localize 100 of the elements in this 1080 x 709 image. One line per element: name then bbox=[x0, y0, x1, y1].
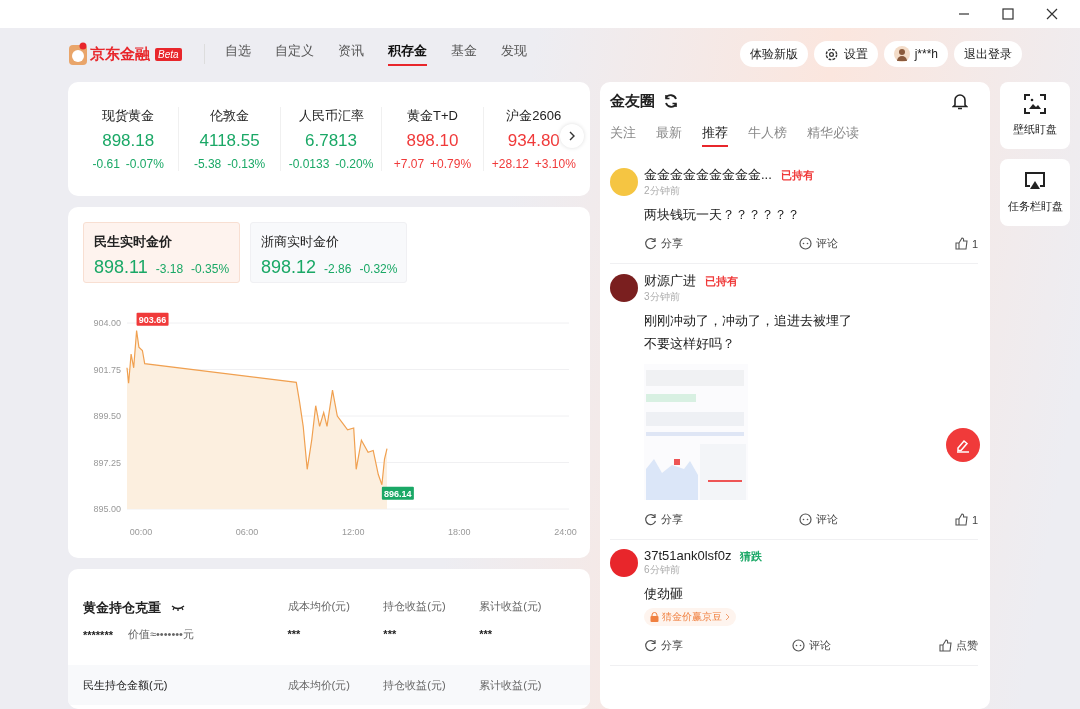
close-icon[interactable] bbox=[1046, 8, 1058, 20]
post-text: 两块钱玩一天？？？？？？ bbox=[644, 206, 800, 224]
share-button[interactable]: 分享 bbox=[644, 512, 683, 527]
share-button[interactable]: 分享 bbox=[644, 236, 683, 251]
x-tick-label: 06:00 bbox=[235, 527, 259, 537]
y-tick-label: 904.00 bbox=[93, 318, 121, 328]
eye-closed-icon[interactable] bbox=[171, 604, 185, 612]
comment-icon bbox=[799, 237, 813, 250]
nav-tab[interactable]: 积存金 bbox=[387, 42, 427, 66]
nav-tab[interactable]: 基金 bbox=[450, 42, 477, 66]
header-button[interactable]: 退出登录 bbox=[954, 41, 1022, 67]
maximize-icon[interactable] bbox=[1002, 8, 1014, 20]
x-tick-label: 00:00 bbox=[129, 527, 153, 537]
ticker-change: +7.07 bbox=[393, 157, 425, 171]
ticker-change: -0.61 bbox=[92, 157, 120, 171]
hidden-value: *** bbox=[287, 628, 302, 640]
side-tool-button[interactable]: 任务栏盯盘 bbox=[1000, 159, 1070, 226]
y-tick-label: 897.25 bbox=[93, 457, 121, 468]
ticker-price: 4118.55 bbox=[199, 131, 260, 151]
column-label: 累计收益(元) bbox=[479, 599, 543, 614]
price-tab[interactable]: 民生实时金价 898.11 -3.18 -0.35% bbox=[83, 222, 240, 283]
wallpaper-icon bbox=[1024, 94, 1046, 114]
feed-tab[interactable]: 推荐 bbox=[702, 124, 728, 147]
comment-icon bbox=[791, 639, 805, 652]
ticker-name: 现货黄金 bbox=[102, 107, 155, 125]
share-icon bbox=[644, 639, 657, 652]
thumbs-up-icon bbox=[954, 237, 968, 250]
header-button[interactable]: 设置 bbox=[813, 41, 878, 67]
price-value: 898.11 bbox=[94, 257, 148, 278]
post-time: 3分钟前 bbox=[644, 290, 681, 304]
ticker-price: 898.18 bbox=[102, 131, 155, 151]
user-avatar[interactable] bbox=[610, 548, 638, 577]
header-button[interactable]: j***h bbox=[883, 41, 948, 67]
hidden-value: 价值≈•••••••元 bbox=[127, 627, 194, 642]
user-name[interactable]: 财源广进 bbox=[644, 272, 696, 290]
user-name[interactable]: 金金金金金金金金金... bbox=[644, 166, 772, 184]
share-button[interactable]: 分享 bbox=[644, 638, 683, 653]
x-tick-label: 18:00 bbox=[448, 527, 471, 537]
thumbs-up-icon bbox=[954, 513, 968, 526]
nav-tab[interactable]: 资讯 bbox=[337, 42, 364, 66]
like-button[interactable]: 1 bbox=[954, 512, 978, 527]
ticker-change: -5.38 bbox=[193, 157, 222, 171]
feed-tab[interactable]: 关注 bbox=[610, 124, 636, 147]
nav-tab[interactable]: 自定义 bbox=[274, 42, 314, 66]
feed-tab[interactable]: 精华必读 bbox=[807, 124, 859, 147]
user-avatar[interactable] bbox=[610, 274, 638, 302]
comment-button[interactable]: 评论 bbox=[791, 638, 831, 653]
comment-icon bbox=[799, 513, 813, 526]
thumbs-up-icon bbox=[939, 639, 952, 652]
screen-icon bbox=[1024, 171, 1046, 191]
post-time: 6分钟前 bbox=[644, 563, 681, 577]
high-price-tag: 903.66 bbox=[136, 312, 169, 326]
price-percent: -0.35% bbox=[191, 262, 230, 276]
ticker-price: 898.10 bbox=[406, 131, 459, 151]
user-name[interactable]: 37t51ank0lsf0z bbox=[644, 548, 732, 563]
price-tab-title: 民生实时金价 bbox=[94, 233, 173, 251]
pen-icon bbox=[955, 437, 971, 453]
beta-badge: Beta bbox=[155, 47, 182, 61]
comment-button[interactable]: 评论 bbox=[799, 512, 839, 527]
next-button[interactable] bbox=[560, 124, 584, 148]
ticker-price: 6.7813 bbox=[305, 131, 357, 151]
price-change: -2.86 bbox=[324, 262, 352, 276]
price-value: 898.12 bbox=[261, 257, 317, 278]
price-percent: -0.32% bbox=[359, 262, 398, 276]
holdings-title: 黄金持仓克重 bbox=[83, 599, 161, 617]
ticker-name: 人民币汇率 bbox=[298, 107, 364, 125]
feed-title: 金友圈 bbox=[610, 91, 655, 111]
price-tab[interactable]: 浙商实时金价 898.12 -2.86 -0.32% bbox=[250, 222, 407, 283]
compose-button[interactable] bbox=[946, 428, 980, 462]
column-label: 持仓收益(元) bbox=[383, 599, 447, 614]
nav-tab[interactable]: 自选 bbox=[224, 42, 251, 66]
column-label: 成本均价(元) bbox=[287, 677, 351, 693]
post-time: 2分钟前 bbox=[644, 184, 681, 198]
ticker-price: 934.80 bbox=[507, 131, 560, 151]
share-icon bbox=[644, 237, 657, 250]
column-label: 持仓收益(元) bbox=[383, 677, 447, 693]
avatar-icon bbox=[893, 46, 910, 62]
refresh-icon[interactable] bbox=[663, 93, 679, 109]
side-tool-button[interactable]: 壁纸盯盘 bbox=[1000, 82, 1070, 149]
ticker-change: +28.12 bbox=[491, 157, 529, 171]
header-button[interactable]: 体验新版 bbox=[739, 41, 808, 67]
post-text: 不要这样好吗？ bbox=[644, 335, 735, 353]
x-tick-label: 12:00 bbox=[341, 527, 365, 537]
feed-tab[interactable]: 牛人榜 bbox=[748, 124, 787, 147]
comment-button[interactable]: 评论 bbox=[799, 236, 839, 251]
like-button[interactable]: 1 bbox=[954, 236, 978, 251]
bell-icon[interactable] bbox=[952, 92, 968, 110]
hidden-value: *** bbox=[383, 628, 398, 640]
low-price-tag: 896.14 bbox=[381, 486, 414, 500]
price-tab-title: 浙商实时金价 bbox=[261, 233, 340, 251]
hidden-value: *** bbox=[479, 628, 493, 640]
feed-tab[interactable]: 最新 bbox=[656, 124, 682, 147]
ticker-name: 伦敦金 bbox=[210, 107, 250, 125]
ticker-change: -0.0133 bbox=[288, 157, 330, 171]
price-change: -3.18 bbox=[155, 262, 184, 276]
y-tick-label: 899.50 bbox=[93, 411, 121, 421]
chevron-right-icon bbox=[725, 613, 730, 621]
x-tick-label: 24:00 bbox=[554, 527, 577, 537]
nav-tab[interactable]: 发现 bbox=[500, 42, 527, 66]
like-button[interactable]: 点赞 bbox=[939, 638, 978, 653]
